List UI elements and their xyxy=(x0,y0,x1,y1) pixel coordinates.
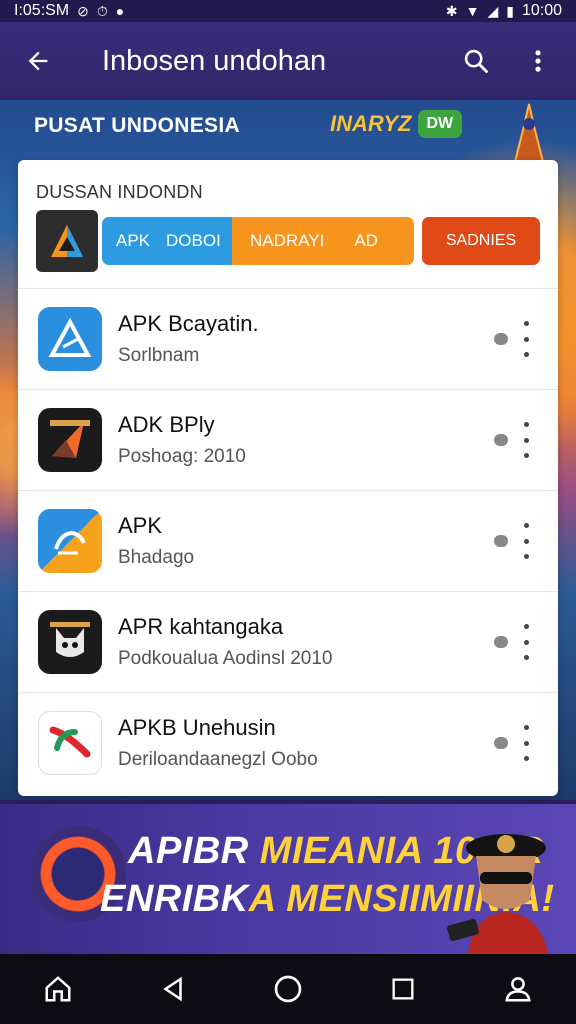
app-subtitle: Deriloandaanegzl Oobo xyxy=(118,749,318,770)
status-dot-icon xyxy=(494,535,508,547)
list-item[interactable]: ADK BPly Poshoag: 2010 xyxy=(18,389,558,490)
bluetooth-icon: ✱ xyxy=(445,2,458,19)
status-clock: 10:00 xyxy=(521,2,562,19)
wifi-icon: ▼ xyxy=(465,3,480,19)
status-bar: I:05:SM ⊘ ⏱ ● ✱ ▼ ◢ ▮ 10:00 xyxy=(0,0,576,22)
filter-seg1-b: DOBOI xyxy=(166,231,221,250)
filter-seg1-a: APK xyxy=(116,231,151,250)
status-time: I:05:SM xyxy=(14,2,70,19)
back-icon[interactable] xyxy=(145,961,201,1017)
filter-button[interactable]: SADNIES xyxy=(422,217,540,265)
filter-segment-control[interactable]: APK DOBOI NADRAYI AD xyxy=(102,217,414,265)
app-name: ADK BPly xyxy=(118,412,215,437)
app-list: APK Bcayatin. Sorlbnam ADK BPly Poshoag:… xyxy=(18,288,558,793)
person-illustration-icon xyxy=(447,834,548,954)
list-item[interactable]: APK Bcayatin. Sorlbnam xyxy=(18,288,558,389)
list-item[interactable]: APK Bhadago xyxy=(18,490,558,591)
list-item[interactable]: APR kahtangaka Podkoualua Aodinsl 2010 xyxy=(18,591,558,692)
list-item[interactable]: APKB Unehusin Deriloandaanegzl Oobo xyxy=(18,692,558,793)
sync-icon: ⊘ xyxy=(77,2,89,19)
promo-banner[interactable]: APIBR MIEANIA 10-PR ENRIBKA MENSIIMIINIA… xyxy=(0,804,576,954)
status-dot-icon xyxy=(494,737,508,749)
filter-row: APK DOBOI NADRAYI AD SADNIES xyxy=(36,210,540,272)
recents-icon[interactable] xyxy=(375,961,431,1017)
app-subtitle: Sorlbnam xyxy=(118,345,200,366)
triangle-app-icon xyxy=(38,307,102,371)
app-list-card: DUSSAN INDONDN APK DOBOI NADRAYI AD SADN… xyxy=(18,160,558,796)
filter-seg2-b: AD xyxy=(354,231,378,250)
card-heading: DUSSAN INDONDN xyxy=(36,182,203,202)
item-more-icon[interactable] xyxy=(520,725,532,761)
leaf-app-icon xyxy=(38,711,102,775)
status-dot-icon xyxy=(494,434,508,446)
category-logo-icon[interactable] xyxy=(36,210,98,272)
status-dot-icon xyxy=(494,636,508,648)
hero-logo-badge: DW xyxy=(417,110,463,138)
app-bar: Inbosen undohan xyxy=(0,22,576,100)
app-subtitle: Poshoag: 2010 xyxy=(118,446,246,467)
search-icon[interactable] xyxy=(454,39,498,83)
banner-line2-a: ENRIBK xyxy=(100,878,249,920)
home-circle-icon[interactable] xyxy=(260,961,316,1017)
item-more-icon[interactable] xyxy=(520,523,532,559)
item-more-icon[interactable] xyxy=(520,624,532,660)
app-subtitle: Bhadago xyxy=(118,547,195,568)
notification-dot-icon: ● xyxy=(115,3,125,19)
home-icon[interactable] xyxy=(30,961,86,1017)
profile-icon[interactable] xyxy=(490,961,546,1017)
item-more-icon[interactable] xyxy=(520,321,532,357)
app-name: APK xyxy=(118,513,163,538)
swirl-app-icon xyxy=(38,509,102,573)
filter-segment-apk[interactable]: APK DOBOI xyxy=(102,217,232,265)
banner-line1-a: APIBR xyxy=(128,830,260,872)
hero-title: PUSAT UNDONESIA xyxy=(34,114,240,137)
cat-app-icon xyxy=(38,610,102,674)
navigation-bar xyxy=(0,954,576,1024)
arrow-app-icon xyxy=(38,408,102,472)
hero-logo-text: INARYZ xyxy=(330,111,412,136)
filter-seg2-a: NADRAYI xyxy=(250,231,325,250)
filter-segment-nadrayi[interactable]: NADRAYI AD xyxy=(232,217,414,265)
item-more-icon[interactable] xyxy=(520,422,532,458)
alarm-icon: ⏱ xyxy=(96,2,108,19)
app-name: APR kahtangaka xyxy=(118,614,284,639)
more-vert-icon[interactable] xyxy=(516,39,560,83)
status-dot-icon xyxy=(494,333,508,345)
battery-icon: ▮ xyxy=(506,2,514,19)
hero-logo: INARYZ DW xyxy=(330,110,463,138)
app-name: APK Bcayatin. xyxy=(118,311,259,336)
page-title: Inbosen undohan xyxy=(102,44,327,77)
app-subtitle: Podkoualua Aodinsl 2010 xyxy=(118,648,333,669)
app-name: APKB Unehusin xyxy=(118,715,276,740)
signal-icon: ◢ xyxy=(487,2,499,19)
back-arrow-icon[interactable] xyxy=(16,39,60,83)
